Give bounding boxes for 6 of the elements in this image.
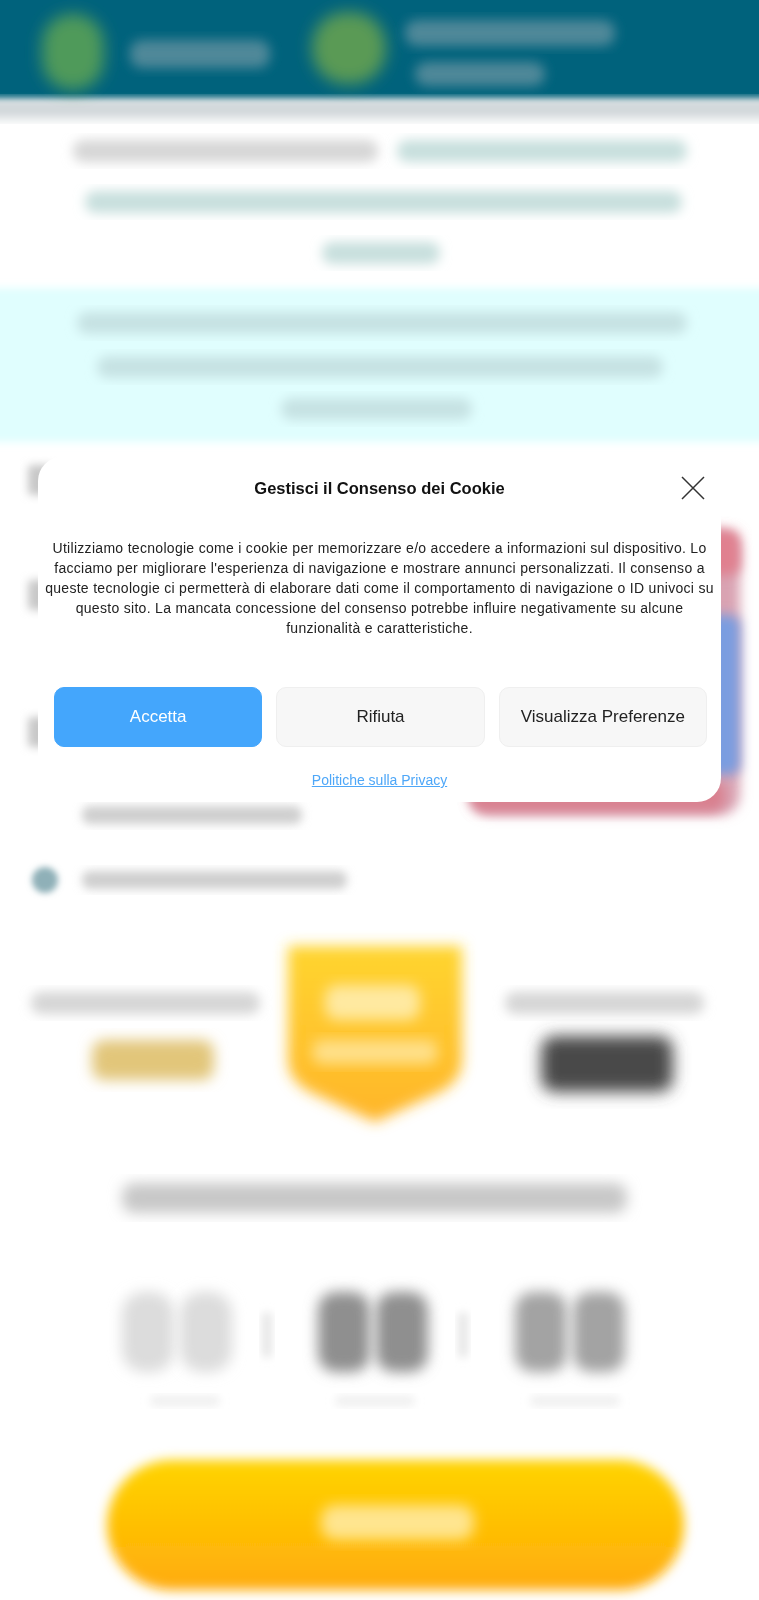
dialog-title: Gestisci il Consenso dei Cookie [254,478,505,499]
close-button[interactable] [681,476,705,500]
consent-message: Utilizziamo tecnologie come i cookie per memorizzare e/o accedere a informazioni sul dispositivo. Lo facciamo per migliorare l'esperienza di navigazione e mostrare annunci personalizzati. Il consenso a queste tecnologie ci permetterà di elaborare dati come il comportamento di navigazione o ID univoci su questo sito. La mancata concessione del consenso potrebbe influire negativamente su alcune funzionalità e caratteristiche. [44,539,715,638]
close-icon [681,476,705,500]
reject-button[interactable]: Rifiuta [276,687,485,747]
preferences-button[interactable]: Visualizza Preferenze [498,687,707,747]
